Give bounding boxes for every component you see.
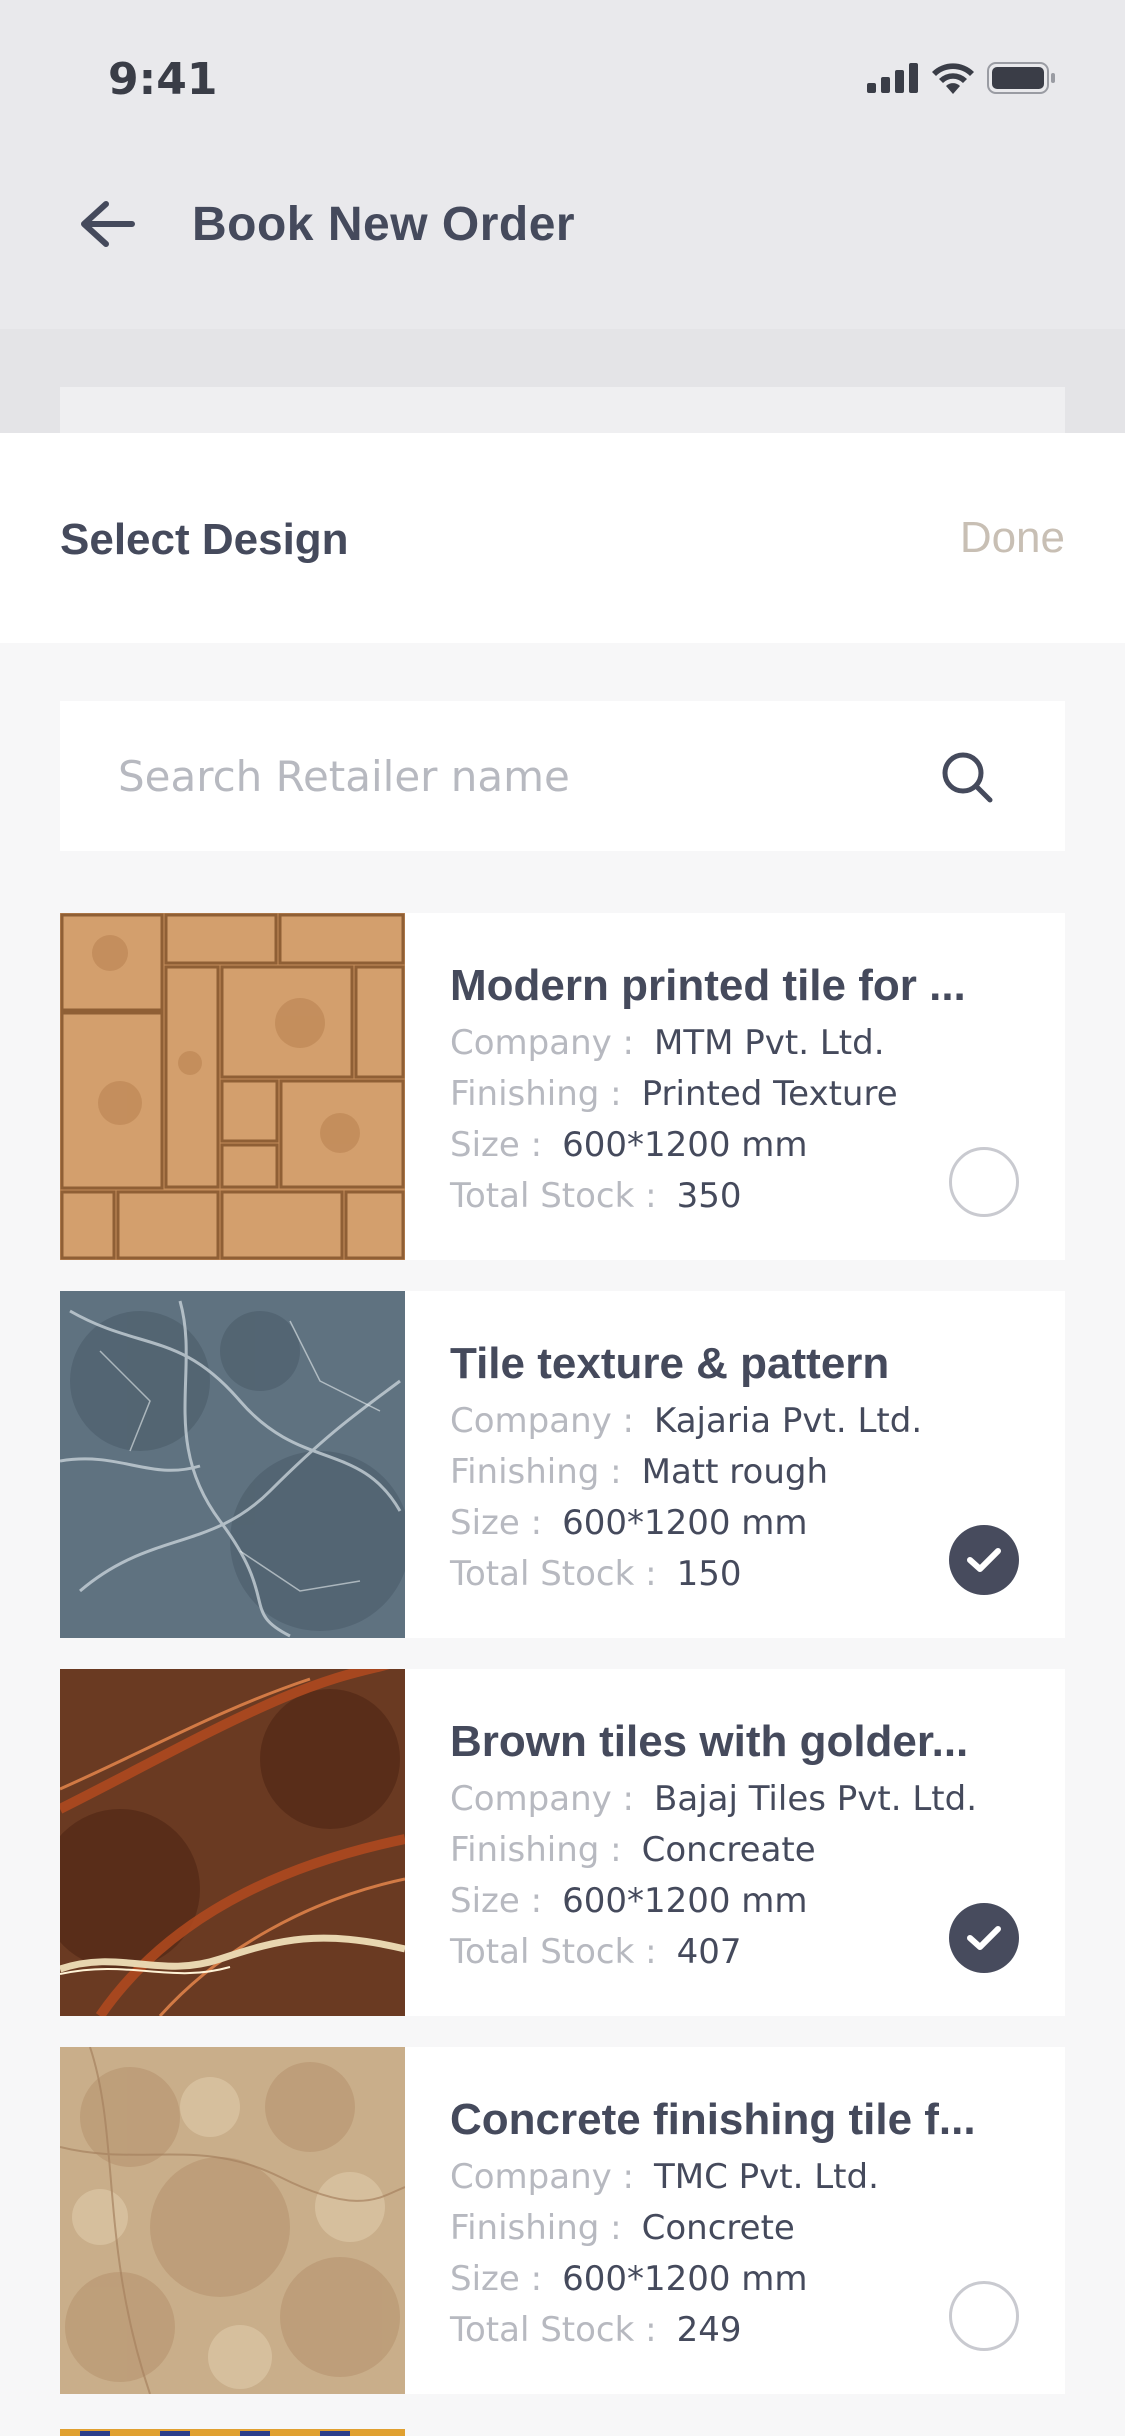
back-button[interactable]	[72, 189, 142, 259]
size-row: Size :600*1200 mm	[450, 2259, 808, 2299]
stock-row: Total Stock :407	[450, 1932, 742, 1972]
product-image	[60, 913, 405, 1260]
finishing-row: Finishing : Printed Texture	[450, 1074, 898, 1114]
product-image	[60, 1669, 405, 2016]
wifi-icon	[932, 63, 974, 94]
product-title: Modern printed tile for ...	[450, 961, 966, 1010]
select-radio[interactable]	[949, 2281, 1019, 2351]
select-design-sheet: Select Design Done Search Retailer name …	[0, 433, 1125, 2436]
search-input[interactable]	[118, 701, 938, 851]
status-icons	[867, 62, 1057, 94]
backdrop-card	[60, 387, 1065, 433]
product-card[interactable]: Modern printed tile for ... Company : MTM…	[60, 913, 1065, 1260]
size-row: Size :600*1200 mm	[450, 1503, 808, 1543]
app-header: Book New Order	[0, 117, 1125, 329]
size-row: Size :600*1200 mm	[450, 1881, 808, 1921]
company-row: Company : Kajaria Pvt. Ltd.	[450, 1401, 923, 1441]
select-radio[interactable]	[949, 1147, 1019, 1217]
select-radio[interactable]	[949, 1903, 1019, 1973]
finishing-row: Finishing : Concreate	[450, 1830, 816, 1870]
product-card[interactable]: Tile texture & pattern Company : Kajaria …	[60, 1291, 1065, 1638]
company-row: Company : TMC Pvt. Ltd.	[450, 2157, 879, 2197]
product-title: Tile texture & pattern	[450, 1339, 890, 1388]
signal-icon	[867, 63, 918, 93]
checkmark-icon	[967, 1926, 1001, 1950]
stock-row: Total Stock :350	[450, 1176, 742, 1216]
size-row: Size :600*1200 mm	[450, 1125, 808, 1165]
product-title: Concrete finishing tile f...	[450, 2095, 976, 2144]
select-radio[interactable]	[949, 1525, 1019, 1595]
company-row: Company : Bajaj Tiles Pvt. Ltd.	[450, 1779, 977, 1819]
next-product-image-peek	[60, 2426, 405, 2436]
stock-row: Total Stock :249	[450, 2310, 742, 2350]
product-card[interactable]: Concrete finishing tile f... Company : TM…	[60, 2047, 1065, 2394]
sheet-title: Select Design	[60, 515, 349, 564]
sheet-header: Select Design Done	[0, 433, 1125, 643]
dimmed-backdrop	[0, 329, 1125, 433]
status-bar: 9:41	[0, 0, 1125, 117]
finishing-row: Finishing : Matt rough	[450, 1452, 828, 1492]
search-box	[60, 701, 1065, 851]
stock-row: Total Stock :150	[450, 1554, 742, 1594]
product-title: Brown tiles with golder...	[450, 1717, 969, 1766]
done-button[interactable]: Done	[960, 513, 1065, 563]
product-image	[60, 1291, 405, 1638]
search-icon[interactable]	[939, 749, 995, 805]
product-card[interactable]: Brown tiles with golder... Company : Baja…	[60, 1669, 1065, 2016]
page-title: Book New Order	[192, 198, 576, 251]
product-image	[60, 2047, 405, 2394]
finishing-row: Finishing : Concrete	[450, 2208, 795, 2248]
arrow-left-icon	[81, 201, 135, 247]
battery-icon	[987, 62, 1055, 94]
company-row: Company : MTM Pvt. Ltd.	[450, 1023, 885, 1063]
status-time: 9:41	[108, 54, 218, 105]
checkmark-icon	[967, 1548, 1001, 1572]
